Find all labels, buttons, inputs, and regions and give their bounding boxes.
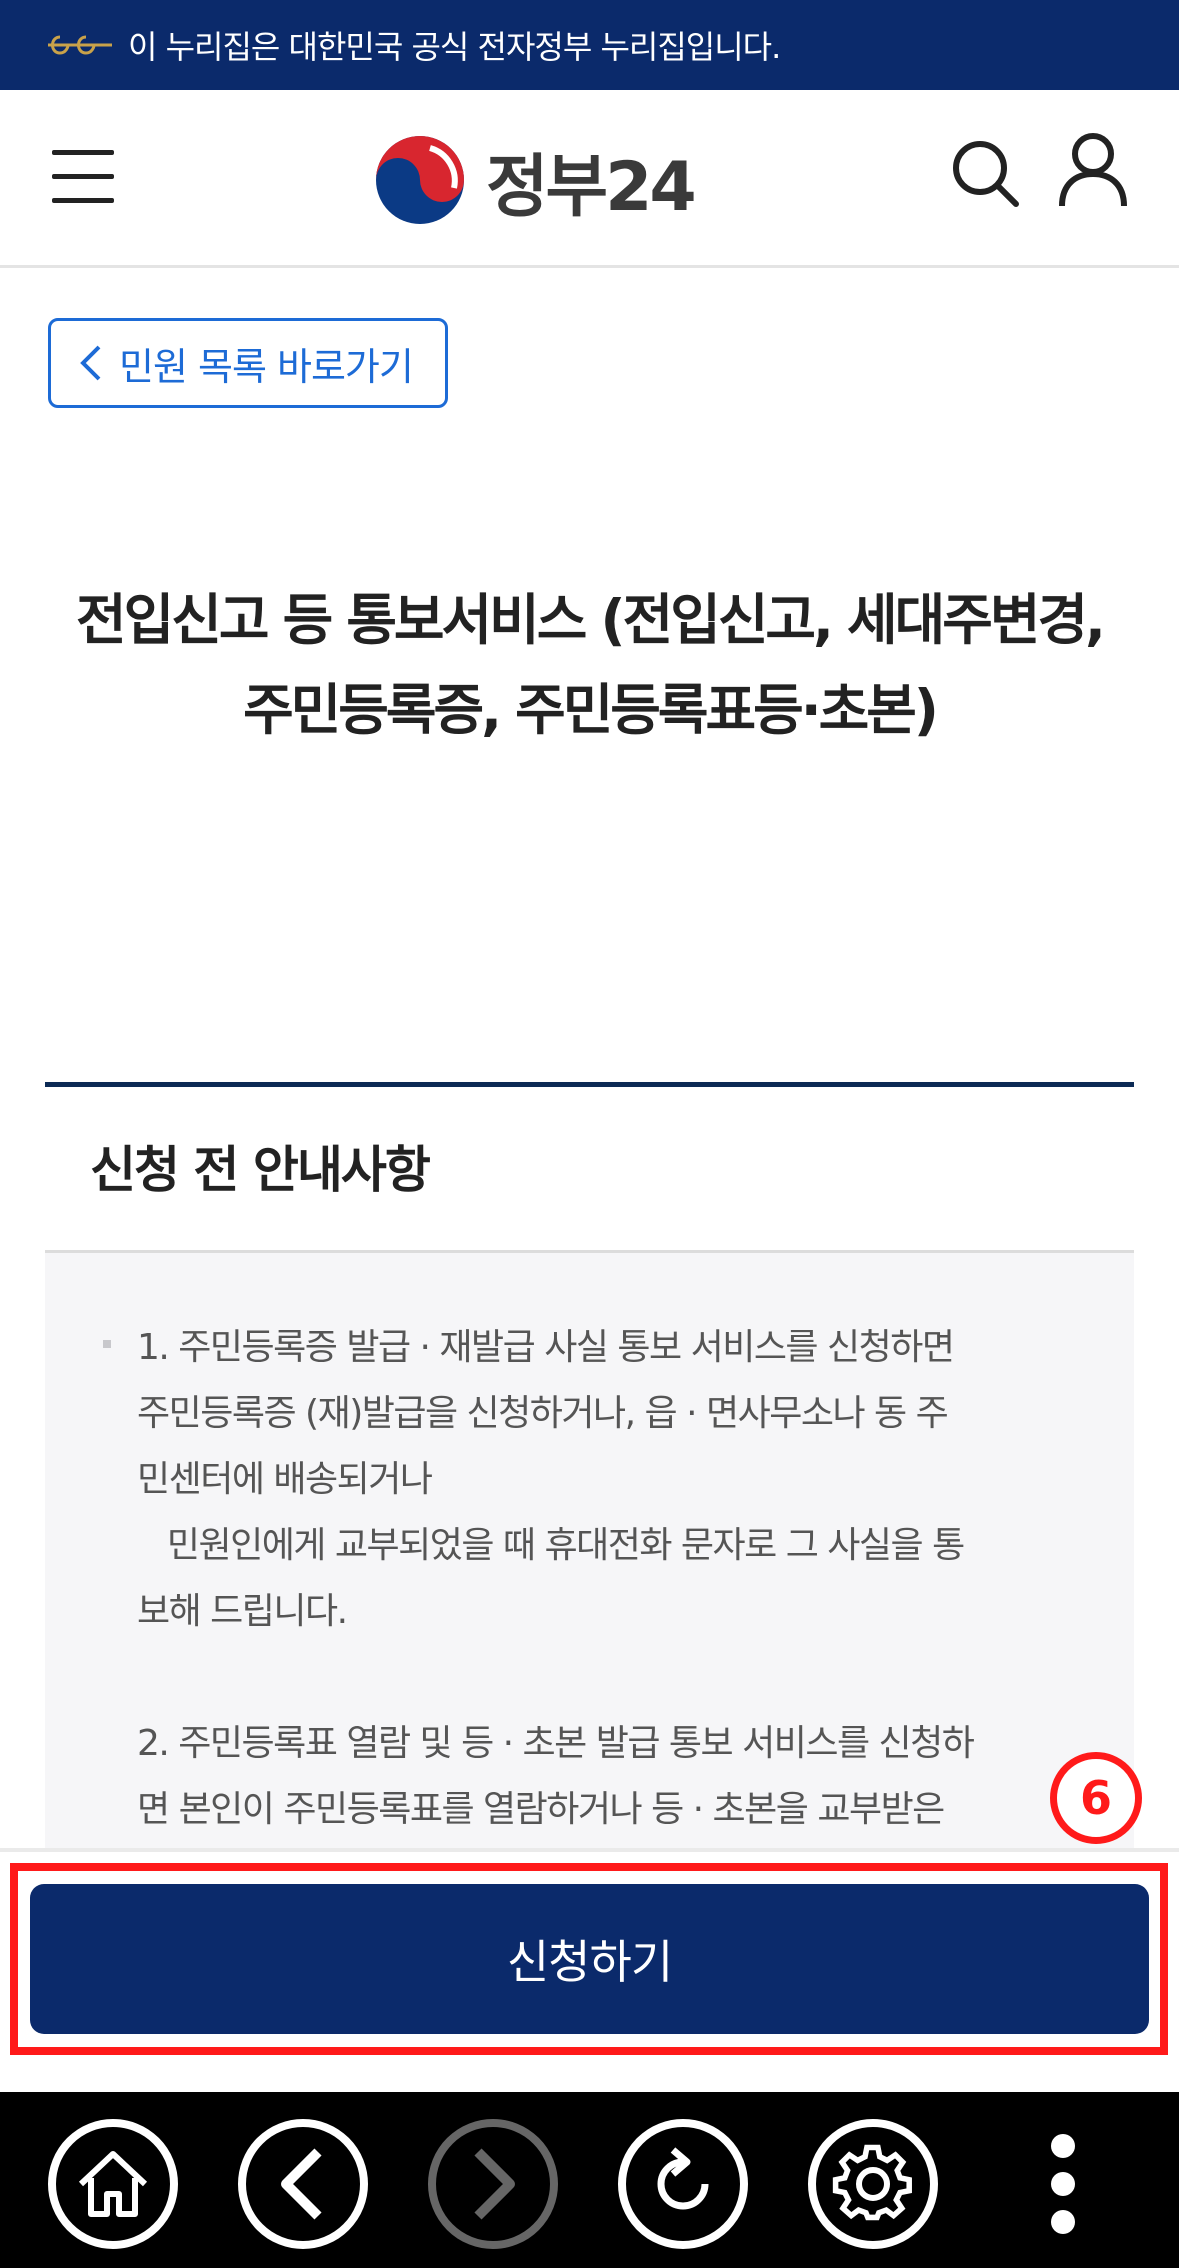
notice-line: 민원인에게 교부되었을 때 휴대전화 문자로 그 사실을 통 xyxy=(137,1525,965,1566)
notice-content-box[interactable]: 1. 주민등록증 발급 · 재발급 사실 통보 서비스를 신청하면 주민등록증 … xyxy=(45,1253,1134,1853)
site-header: 정부24 xyxy=(0,90,1179,268)
hamburger-menu-icon[interactable] xyxy=(52,150,116,206)
forward-button[interactable] xyxy=(428,2119,558,2249)
reload-button[interactable] xyxy=(618,2119,748,2249)
annotation-highlight-box xyxy=(10,1863,1168,2055)
notice-text: 1. 주민등록증 발급 · 재발급 사실 통보 서비스를 신청하면 주민등록증 … xyxy=(137,1315,1097,1843)
page-title-line-1: 전입신고 등 통보서비스 (전입신고, 세대주변경, xyxy=(76,588,1106,652)
bullet-icon xyxy=(103,1340,111,1348)
notice-line: 2. 주민등록표 열람 및 등 · 초본 발급 통보 서비스를 신청하 xyxy=(137,1723,975,1764)
notice-line: 면 본인이 주민등록표를 열람하거나 등 · 초본을 교부받은 xyxy=(137,1789,945,1830)
search-icon[interactable] xyxy=(950,138,1020,208)
page-title-line-2: 주민등록증, 주민등록표등·초본) xyxy=(243,678,939,742)
notice-line: 주민등록증 (재)발급을 신청하거나, 읍 · 면사무소나 동 주 xyxy=(137,1393,949,1434)
settings-button[interactable] xyxy=(808,2119,938,2249)
home-button[interactable] xyxy=(48,2119,178,2249)
notice-line: 1. 주민등록증 발급 · 재발급 사실 통보 서비스를 신청하면 xyxy=(137,1327,955,1368)
home-icon xyxy=(78,2151,148,2217)
logo-text: 정부24 xyxy=(486,147,697,227)
notice-line: 보해 드립니다. xyxy=(137,1591,348,1632)
back-button[interactable] xyxy=(238,2119,368,2249)
gov-banner-text: 이 누리집은 대한민국 공식 전자정부 누리집입니다. xyxy=(128,28,781,66)
back-link-label: 민원 목록 바로가기 xyxy=(119,344,414,389)
gov24-logo[interactable]: 정부24 xyxy=(372,130,697,230)
page-title: 전입신고 등 통보서비스 (전입신고, 세대주변경, 주민등록증, 주민등록표등… xyxy=(30,575,1149,755)
annotation-step-badge: 6 xyxy=(1050,1752,1142,1844)
notice-line: 민센터에 배송되거나 xyxy=(137,1459,433,1500)
notice-heading: 신청 전 안내사항 xyxy=(90,1141,431,1199)
reload-icon xyxy=(657,2147,709,2210)
forward-arrow-icon xyxy=(474,2148,515,2220)
back-to-list-link[interactable]: 민원 목록 바로가기 xyxy=(48,318,448,408)
more-vertical-icon[interactable] xyxy=(1048,2134,1078,2234)
section-divider xyxy=(45,1082,1134,1087)
back-arrow-icon xyxy=(281,2148,322,2220)
government-emblem-icon xyxy=(48,35,112,55)
gov-official-banner: 이 누리집은 대한민국 공식 전자정부 누리집입니다. xyxy=(0,0,1179,90)
gear-icon xyxy=(832,2144,912,2221)
browser-nav-bar xyxy=(0,2092,1179,2268)
chevron-left-icon xyxy=(80,345,101,381)
taegeuk-logo-icon xyxy=(376,136,464,224)
user-icon[interactable] xyxy=(1058,132,1128,208)
